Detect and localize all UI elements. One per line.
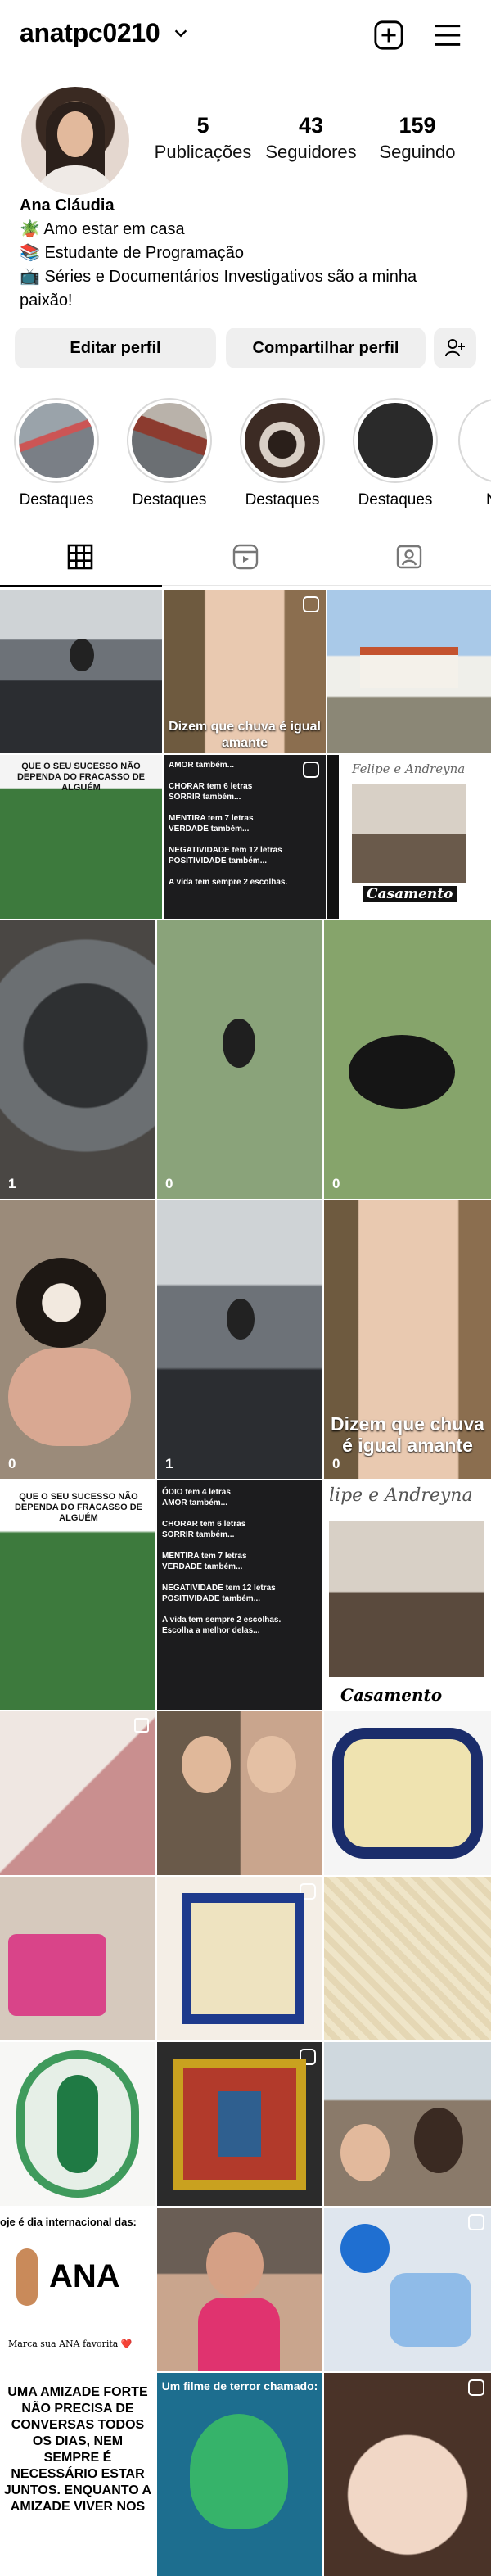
post-caption: Um filme de terror chamado: [161, 2379, 318, 2393]
highlight[interactable]: Destaques [237, 398, 327, 509]
highlight-label: N [458, 491, 491, 509]
post-caption: Dizem que chuva é igual amante [331, 1413, 484, 1456]
followers-stat[interactable]: 43 Seguidores [262, 113, 360, 163]
share-profile-button[interactable]: Compartilhar perfil [226, 328, 426, 368]
reel-icon [468, 2379, 484, 2396]
post-thumbnail[interactable]: QUE O SEU SUCESSO NÃO DEPENDA DO FRACASS… [0, 755, 162, 919]
post-thumbnail[interactable]: UMA AMIZADE FORTE NÃO PRECISA DE CONVERS… [0, 2373, 155, 2576]
bio: 🪴 Amo estar em casa 📚 Estudante de Progr… [20, 218, 478, 313]
following-label: Seguindo [379, 142, 456, 162]
posts-stat[interactable]: 5 Publicações [154, 113, 252, 163]
post-thumbnail[interactable]: Dizem que chuva é igual amante [164, 590, 326, 753]
post-thumbnail[interactable] [0, 1877, 155, 2040]
carousel-icon [134, 1718, 149, 1733]
post-thumbnail[interactable]: 0 [324, 920, 491, 1199]
post-thumbnail[interactable]: Dizem que chuva é igual amante 0 [324, 1200, 491, 1479]
post-caption: QUE O SEU SUCESSO NÃO DEPENDA DO FRACASS… [16, 762, 146, 793]
view-count: 0 [332, 1456, 340, 1471]
tagged-tab-icon[interactable] [394, 542, 424, 572]
avatar[interactable] [21, 87, 129, 195]
bio-line: 📺 Séries e Documentários Investigativos … [20, 268, 417, 286]
post-thumbnail[interactable]: QUE O SEU SUCESSO NÃO DEPENDA DO FRACASS… [0, 1480, 155, 1710]
posts-count: 5 [196, 113, 209, 138]
highlight-label: Destaques [132, 491, 207, 508]
username[interactable]: anatpc0210 [20, 18, 160, 48]
post-thumbnail[interactable] [157, 2208, 322, 2371]
followers-count: 43 [298, 113, 324, 138]
chevron-down-icon[interactable] [172, 25, 190, 43]
post-thumbnail[interactable]: lipe e Andreyna Casamento [324, 1480, 491, 1710]
highlight-label: Destaques [245, 491, 320, 508]
view-count: 0 [332, 1176, 340, 1191]
bio-line: paixão! [20, 291, 73, 310]
highlight-label: Destaques [358, 491, 433, 508]
post-thumbnail[interactable] [327, 590, 491, 753]
create-post-icon[interactable] [373, 20, 404, 51]
post-thumbnail[interactable] [324, 2042, 491, 2206]
post-thumbnail[interactable]: Um filme de terror chamado: [157, 2373, 322, 2576]
followers-label: Seguidores [265, 142, 357, 162]
post-thumbnail[interactable]: 1 [157, 1200, 322, 1479]
add-person-icon [445, 339, 465, 357]
post-thumbnail[interactable] [157, 2042, 322, 2206]
view-count: 1 [165, 1456, 173, 1471]
edit-profile-button[interactable]: Editar perfil [15, 328, 216, 368]
post-thumbnail[interactable] [324, 2208, 491, 2371]
post-thumbnail[interactable]: Felipe e Andreyna Casamento [327, 755, 491, 919]
post-thumbnail[interactable] [0, 2042, 155, 2206]
post-caption: QUE O SEU SUCESSO NÃO DEPENDA DO FRACASS… [14, 1492, 143, 1523]
bio-line: 🪴 Amo estar em casa [20, 220, 185, 238]
active-tab-indicator [0, 585, 162, 587]
post-caption: Casamento [363, 886, 457, 902]
following-stat[interactable]: 159 Seguindo [368, 113, 466, 163]
view-count: 0 [8, 1456, 16, 1471]
highlight[interactable]: Destaques [11, 398, 101, 509]
post-thumbnail[interactable] [0, 590, 162, 753]
post-thumbnail[interactable]: AMOR também... CHORAR tem 6 letras SORRI… [164, 755, 326, 919]
highlight[interactable]: Destaques [350, 398, 440, 509]
post-caption: Dizem que chuva é igual amante [169, 720, 321, 750]
reels-tab-icon[interactable] [231, 542, 260, 572]
view-count: 0 [165, 1176, 173, 1191]
reel-icon [303, 762, 319, 778]
bio-line: 📚 Estudante de Programação [20, 244, 244, 262]
post-thumbnail[interactable]: ÓDIO tem 4 letras AMOR também... CHORAR … [157, 1480, 322, 1710]
post-thumbnail[interactable] [157, 1711, 322, 1875]
post-caption: ÓDIO tem 4 letras AMOR também... CHORAR … [162, 1488, 282, 1635]
post-thumbnail[interactable] [157, 1877, 322, 2040]
post-thumbnail[interactable]: 1 [0, 920, 155, 1199]
post-caption: UMA AMIZADE FORTE NÃO PRECISA DE CONVERS… [3, 2385, 152, 2514]
top-bar: anatpc0210 [0, 0, 491, 72]
post-caption: Felipe e Andreyna [352, 762, 466, 776]
posts-label: Publicações [154, 142, 252, 162]
highlight[interactable]: N [458, 398, 491, 509]
post-thumbnail[interactable] [324, 2373, 491, 2576]
post-thumbnail[interactable]: 0 [157, 920, 322, 1199]
highlight[interactable]: Destaques [124, 398, 214, 509]
reel-icon [468, 2214, 484, 2230]
grid-tab-icon[interactable] [65, 542, 95, 572]
post-caption: Casamento [340, 1685, 443, 1705]
post-caption: oje é dia internacional das: [0, 2216, 137, 2228]
profile-tabs [0, 531, 491, 587]
view-count: 1 [8, 1176, 16, 1191]
post-thumbnail[interactable]: oje é dia internacional das: ANA Marca s… [0, 2208, 155, 2371]
post-caption: Marca sua ANA favorita ❤️ [8, 2339, 133, 2349]
post-thumbnail[interactable] [0, 1711, 155, 1875]
post-thumbnail[interactable] [324, 1711, 491, 1875]
full-name: Ana Cláudia [20, 197, 115, 215]
post-caption: ANA [49, 2258, 120, 2294]
reel-icon [303, 596, 319, 612]
post-caption: lipe e Andreyna [329, 1485, 473, 1506]
highlight-label: Destaques [19, 491, 94, 508]
post-thumbnail[interactable] [324, 1877, 491, 2040]
following-count: 159 [399, 113, 436, 138]
menu-icon[interactable] [432, 21, 463, 49]
post-caption: AMOR também... CHORAR tem 6 letras SORRI… [169, 761, 288, 887]
post-thumbnail[interactable]: 0 [0, 1200, 155, 1479]
discover-people-button[interactable] [434, 328, 476, 368]
